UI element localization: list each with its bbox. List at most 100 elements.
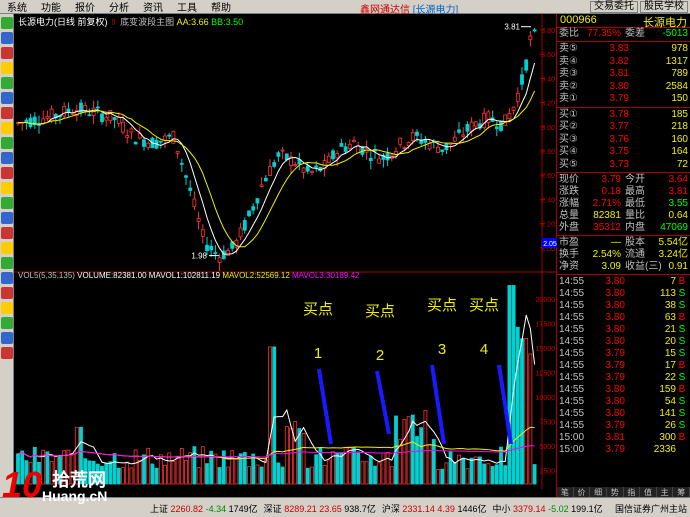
candle-body [255, 198, 260, 204]
sell-price: 3.83 [609, 43, 629, 54]
quote-tab[interactable]: 价 [573, 487, 591, 497]
menu-tools[interactable]: 工具 [170, 0, 204, 14]
candle-body [436, 146, 440, 153]
stat-row: 总量 82381 量比 0.64 [557, 210, 690, 222]
trade-order-button[interactable]: 交易委托 [590, 1, 638, 13]
menu-system[interactable]: 系统 [0, 0, 34, 14]
tick-row: 14:55 3.80 113 S [557, 288, 690, 300]
tick-time: 14:55 [559, 276, 585, 287]
quote-tab[interactable]: 势 [606, 487, 624, 497]
tool-icon[interactable] [1, 107, 13, 119]
volume-bar [486, 463, 491, 485]
candle-body [440, 149, 445, 152]
tool-icon[interactable] [1, 182, 13, 194]
volume-bar [192, 446, 197, 485]
candle-body [213, 252, 218, 254]
candle-body [272, 162, 277, 167]
stat-label: 总量 [559, 210, 579, 221]
candle-body [95, 106, 100, 109]
tool-icon[interactable] [1, 92, 13, 104]
menu-function[interactable]: 功能 [34, 0, 68, 14]
volume-bar [268, 346, 272, 485]
tick-price: 3.80 [605, 288, 625, 299]
quote-tab[interactable]: 细 [590, 487, 607, 497]
high-label: 3.81 [504, 23, 520, 32]
tool-icon[interactable] [1, 302, 13, 314]
tool-icon[interactable] [1, 242, 13, 254]
tick-row: 14:55 3.80 63 B [557, 312, 690, 324]
price-tick-label: 2.80 [541, 149, 555, 156]
tick-volume: 54 [664, 396, 676, 407]
sell-volume: 2584 [665, 80, 688, 92]
tool-icon[interactable] [1, 347, 13, 359]
tick-volume: 22 [664, 372, 676, 383]
chart-area[interactable]: 长源电力(日线 前复权) ⇧ 底变波段主图 AA:3.66 BB:3.50 3.… [14, 14, 557, 497]
tool-icon[interactable] [1, 317, 13, 329]
tool-icon[interactable] [1, 17, 13, 29]
webi-row: 委比 77.35% 委差 -5013 [557, 28, 690, 40]
volume-bar [255, 464, 260, 485]
menu-quote[interactable]: 报价 [68, 0, 102, 14]
volume-bar [179, 447, 184, 485]
volume-bar [175, 455, 180, 485]
stat-row: 外盘 35312 内盘 47069 [557, 222, 690, 234]
tool-icon[interactable] [1, 137, 13, 149]
tick-time: 14:55 [559, 324, 585, 335]
volume-bar [381, 452, 386, 485]
candle-body [116, 116, 121, 124]
candle-body [465, 124, 470, 132]
stat-value: 3.81 [668, 186, 688, 197]
tool-icon[interactable] [1, 77, 13, 89]
candle-body [524, 59, 529, 71]
tool-icon[interactable] [1, 122, 13, 134]
candle-body [179, 162, 184, 165]
sell-label: 卖① [559, 93, 578, 104]
tool-icon[interactable] [1, 287, 13, 299]
tick-volume: 15 [664, 348, 676, 359]
tick-price: 3.81 [605, 432, 625, 443]
volume-bar [259, 466, 264, 485]
tick-price: 3.79 [605, 360, 625, 371]
tool-icon[interactable] [1, 47, 13, 59]
volume-bar [217, 467, 222, 485]
tick-time: 14:55 [559, 396, 585, 407]
quote-tab[interactable]: 值 [640, 487, 657, 497]
stat-value: 0.91 [668, 261, 688, 272]
stat-value: 35312 [593, 222, 621, 233]
tool-icon[interactable] [1, 32, 13, 44]
mavol-line-1 [17, 314, 536, 465]
tool-icon[interactable] [1, 62, 13, 74]
quote-tab[interactable]: 筹 [673, 487, 690, 497]
menu-news[interactable]: 资讯 [136, 0, 170, 14]
stat-label: 外盘 [559, 222, 579, 233]
quote-tab[interactable]: 笔 [557, 487, 574, 497]
tool-icon[interactable] [1, 257, 13, 269]
tool-icon[interactable] [1, 332, 13, 344]
tool-icon[interactable] [1, 197, 13, 209]
volume-bar [377, 462, 382, 485]
quote-tab[interactable]: 指 [623, 487, 641, 497]
candle-body [196, 218, 201, 222]
tool-icon[interactable] [1, 152, 13, 164]
volume-bar [230, 450, 235, 485]
buy-volume: 185 [671, 108, 688, 120]
tool-icon[interactable] [1, 227, 13, 239]
menu-help[interactable]: 帮助 [204, 0, 238, 14]
volume-bar [322, 465, 327, 485]
tick-price: 3.80 [605, 276, 625, 287]
menu-analysis[interactable]: 分析 [102, 0, 136, 14]
tick-price: 3.80 [605, 312, 625, 323]
volume-bar [532, 464, 537, 485]
sell-volume: 1317 [665, 55, 688, 67]
tool-icon[interactable] [1, 272, 13, 284]
tool-icon[interactable] [1, 212, 13, 224]
candle-body [532, 29, 537, 32]
candle-body [263, 177, 268, 182]
volume-bar [289, 427, 293, 485]
volume-tick-label: 7500 [539, 420, 555, 427]
stat-value: 0.18 [601, 186, 621, 197]
tool-icon[interactable] [1, 167, 13, 179]
volume-bar [373, 465, 377, 485]
quote-tab[interactable]: 主 [656, 487, 674, 497]
investor-school-button[interactable]: 股民学校 [640, 1, 688, 13]
